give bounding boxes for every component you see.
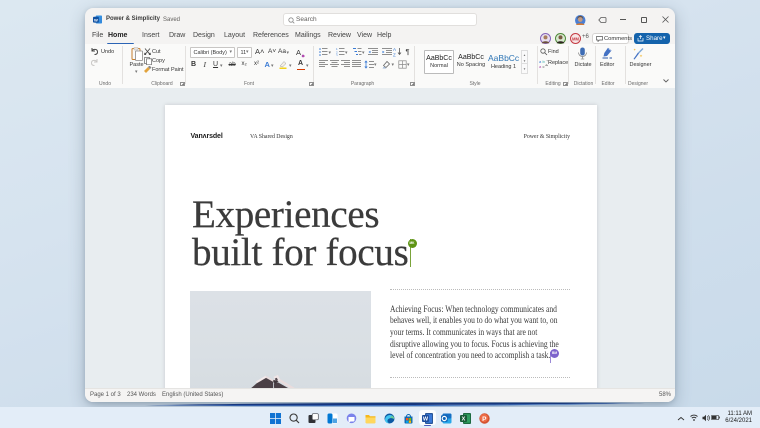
svg-text:3: 3 xyxy=(336,53,338,56)
svg-text:A: A xyxy=(393,47,396,52)
svg-text:c: c xyxy=(543,64,545,68)
svg-text:P: P xyxy=(482,416,487,423)
svg-text:W: W xyxy=(94,17,98,22)
svg-text:Z: Z xyxy=(393,53,396,58)
svg-text:X: X xyxy=(462,416,466,422)
svg-text:MM: MM xyxy=(572,36,579,41)
svg-text:W: W xyxy=(423,416,429,422)
